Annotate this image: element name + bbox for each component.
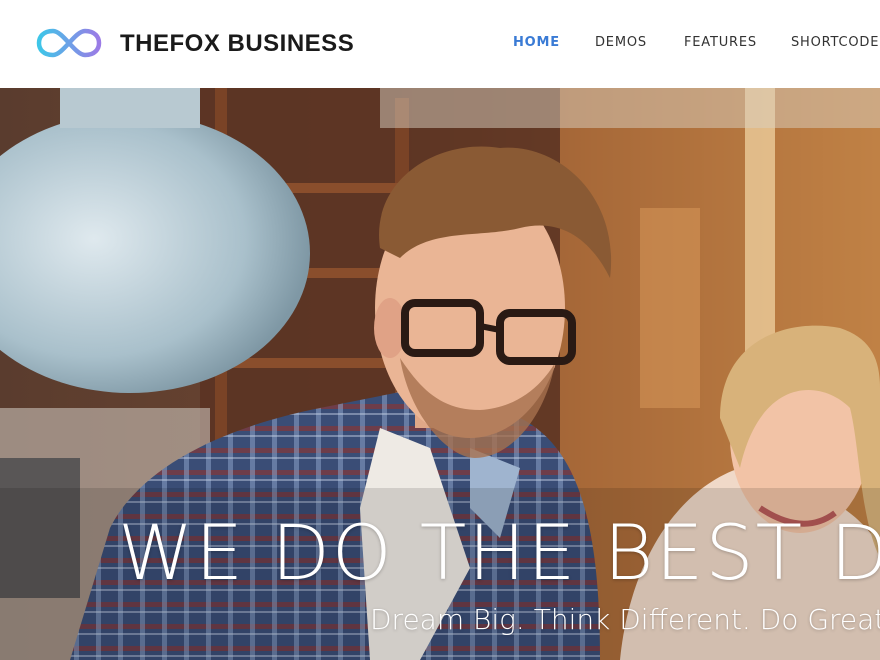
hero-subline: Dream Big. Think Different. Do Great	[370, 603, 880, 636]
main-nav: HOME DEMOS FEATURES SHORTCODES	[0, 35, 880, 55]
nav-item-shortcodes[interactable]: SHORTCODES	[791, 35, 880, 50]
nav-item-home[interactable]: HOME	[513, 35, 560, 50]
site-header: THEFOX BUSINESS HOME DEMOS FEATURES SHOR…	[0, 0, 880, 88]
nav-item-demos[interactable]: DEMOS	[595, 35, 647, 50]
hero-banner: WE DO THE BEST D Dream Big. Think Differ…	[0, 88, 880, 660]
nav-item-features[interactable]: FEATURES	[684, 35, 757, 50]
hero-headline: WE DO THE BEST D	[118, 508, 880, 597]
